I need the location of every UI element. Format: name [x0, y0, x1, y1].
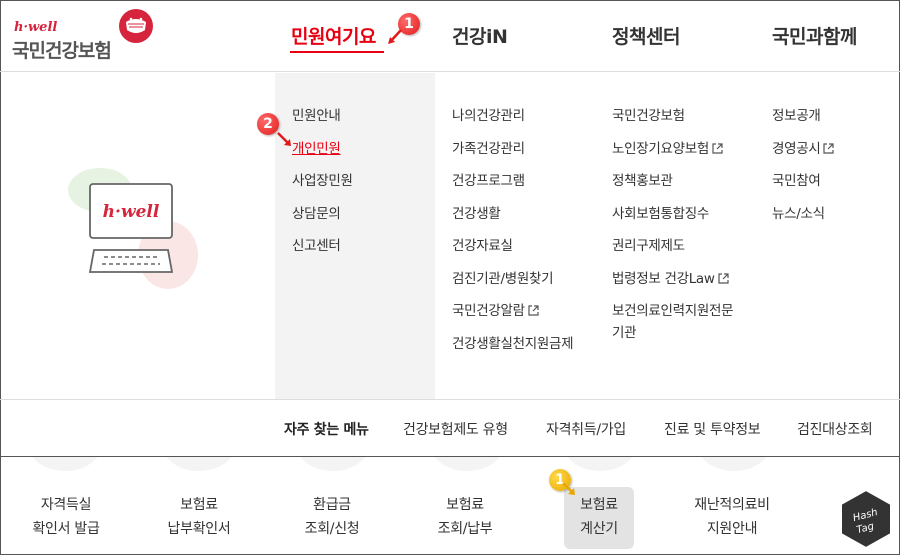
shortcut-icon-bg	[430, 457, 504, 471]
menu-item-participation[interactable]: 국민참여	[772, 165, 834, 198]
logo-hwell: h·well	[14, 20, 58, 35]
menu-item-management-disclosure[interactable]: 경영공시	[772, 133, 835, 166]
menu-item-business-minwon[interactable]: 사업장민원	[292, 165, 353, 198]
shortcut-catastrophic-medical[interactable]: 재난적의료비 지원안내	[672, 493, 792, 541]
shortcut-label-line1: 환급금	[313, 497, 351, 513]
shortcut-icon-bg	[697, 457, 771, 471]
logo-mask-icon	[119, 9, 153, 43]
shortcut-icon-bg	[162, 457, 236, 471]
arrow-icon	[277, 132, 291, 146]
submenu-col-citizens: 정보공개 경영공시 국민참여 뉴스/소식	[772, 100, 835, 231]
menu-item-management-disclosure-label: 경영공시	[772, 140, 821, 157]
shortcut-label-line2: 지원안내	[706, 521, 758, 537]
menu-item-health-data[interactable]: 건강자료실	[452, 230, 592, 263]
shortcut-qualification-cert[interactable]: 자격득실 확인서 발급	[6, 493, 126, 541]
arrow-icon	[562, 482, 575, 495]
shortcut-label-line2: 확인서 발급	[32, 521, 100, 537]
nav-with-citizens[interactable]: 국민과함께	[772, 22, 857, 49]
menu-item-integrated-collection[interactable]: 사회보험통합징수	[612, 198, 737, 231]
menu-item-health-incentive[interactable]: 건강생활실천지원금제	[452, 328, 577, 360]
shortcut-icon-bg	[563, 457, 637, 471]
hwell-laptop-illustration: h·well	[68, 168, 198, 289]
arrow-icon	[388, 29, 402, 44]
menu-item-health-alarm-label: 국민건강알람	[452, 303, 525, 319]
quick-menu-bar: 자주 찾는 메뉴 건강보험제도 유형 자격취득/가입 진료 및 투약정보 검진대…	[0, 399, 900, 457]
shortcut-label-line1: 보험료	[580, 497, 618, 513]
menu-item-ltc-insurance-label: 노인장기요양보험	[612, 140, 709, 157]
shortcut-label-line1: 보험료	[180, 497, 218, 513]
shortcut-label-line2: 납부확인서	[167, 521, 231, 537]
menu-item-health-law-label: 법령정보 건강Law	[612, 270, 715, 287]
external-link-icon	[528, 305, 539, 316]
quick-menu-checkup-target[interactable]: 검진대상조회	[797, 419, 873, 439]
logo-title: 국민건강보험	[12, 40, 112, 62]
menu-item-news[interactable]: 뉴스/소식	[772, 198, 834, 231]
menu-item-rights-relief[interactable]: 권리구제제도	[612, 230, 737, 263]
menu-item-consult[interactable]: 상담문의	[292, 198, 353, 231]
shortcut-premium-calculator[interactable]: 보험료 계산기	[564, 487, 634, 549]
menu-item-family-health[interactable]: 가족건강관리	[452, 133, 592, 166]
menu-item-minwon-guide[interactable]: 민원안내	[292, 100, 353, 133]
menu-item-health-workforce[interactable]: 보건의료인력지원전문기관	[612, 295, 737, 349]
menu-item-info-disclosure[interactable]: 정보공개	[772, 100, 834, 133]
shortcut-label-line2: 조회/신청	[304, 521, 360, 537]
shortcut-row: 자격득실 확인서 발급 보험료 납부확인서 환급금 조회/신청 보험료 조회/납…	[0, 457, 900, 555]
quick-menu-insurance-type[interactable]: 건강보험제도 유형	[403, 419, 508, 439]
svg-text:h·well: h·well	[103, 202, 160, 222]
external-link-icon	[712, 142, 723, 154]
nav-minwon[interactable]: 민원여기요	[291, 22, 376, 49]
nav-health-in[interactable]: 건강iN	[452, 22, 508, 49]
menu-item-health-alarm[interactable]: 국민건강알람	[452, 295, 592, 328]
submenu-col-policy: 국민건강보험 노인장기요양보험 정책홍보관 사회보험통합징수 권리구제제도 법령…	[612, 100, 737, 349]
shortcut-premium-payment[interactable]: 보험료 조회/납부	[405, 493, 525, 541]
shortcut-label-line1: 보험료	[446, 497, 484, 513]
menu-item-nhis[interactable]: 국민건강보험	[612, 100, 737, 133]
shortcut-icon-bg	[296, 457, 370, 471]
header: h·well 국민건강보험 민원여기요 건강iN 정책센터 국민과함께 1	[0, 0, 900, 72]
logo[interactable]: h·well 국민건강보험	[12, 8, 153, 64]
shortcut-icon-bg	[28, 457, 102, 471]
menu-item-policy-pr[interactable]: 정책홍보관	[612, 165, 737, 198]
shortcut-label-line2: 조회/납부	[437, 521, 493, 537]
menu-item-find-hospital[interactable]: 검진기관/병원찾기	[452, 263, 592, 296]
menu-item-personal-minwon[interactable]: 개인민원	[292, 133, 353, 166]
shortcut-label-line2: 계산기	[580, 521, 618, 537]
shortcut-refund[interactable]: 환급금 조회/신청	[272, 493, 392, 541]
quick-menu-title: 자주 찾는 메뉴	[284, 422, 369, 438]
menu-item-ltc-insurance[interactable]: 노인장기요양보험	[612, 133, 737, 166]
menu-item-health-life[interactable]: 건강생활	[452, 198, 592, 231]
shortcut-label-line1: 재난적의료비	[694, 497, 770, 513]
menu-item-health-program[interactable]: 건강프로그램	[452, 165, 592, 198]
shortcut-label-line1: 자격득실	[40, 497, 92, 513]
menu-item-my-health[interactable]: 나의건강관리	[452, 100, 592, 133]
external-link-icon	[718, 272, 729, 284]
menu-item-health-law[interactable]: 법령정보 건강Law	[612, 263, 737, 296]
hashtag-watermark-logo: Hash Tag	[840, 488, 892, 550]
quick-menu-treatment-info[interactable]: 진료 및 투약정보	[664, 419, 761, 439]
menu-item-report-center[interactable]: 신고센터	[292, 230, 353, 263]
submenu-col-health: 나의건강관리 가족건강관리 건강프로그램 건강생활 건강자료실 검진기관/병원찾…	[452, 100, 592, 360]
external-link-icon	[823, 142, 835, 154]
submenu-col-minwon: 민원안내 개인민원 사업장민원 상담문의 신고센터	[292, 100, 353, 263]
nav-active-underline	[290, 51, 384, 53]
quick-menu-qualification[interactable]: 자격취득/가입	[546, 419, 626, 439]
nav-policy-center[interactable]: 정책센터	[612, 22, 680, 49]
shortcut-payment-cert[interactable]: 보험료 납부확인서	[139, 493, 259, 541]
